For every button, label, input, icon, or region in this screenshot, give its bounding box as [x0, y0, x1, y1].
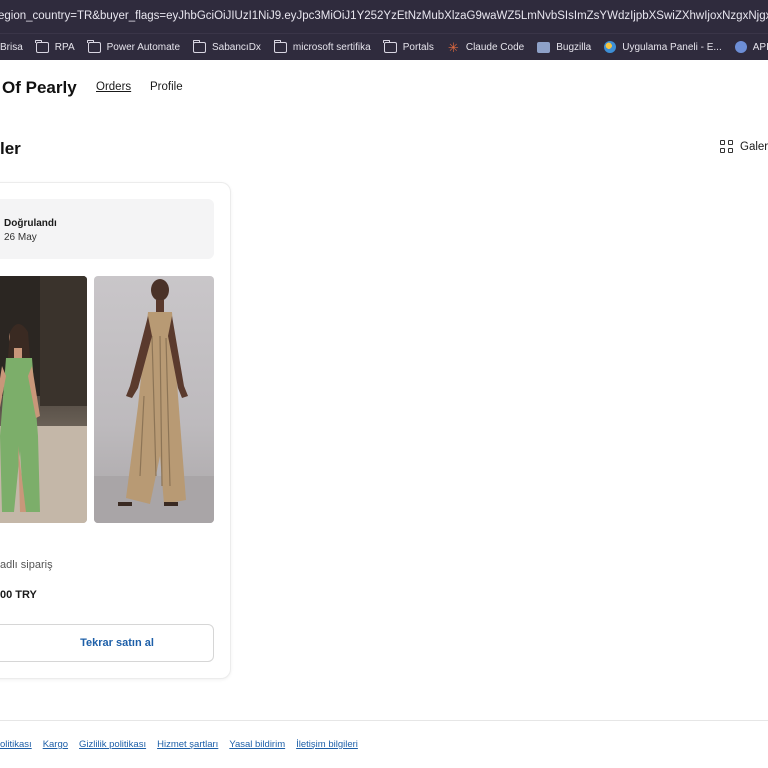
url-text: egion_country=TR&buyer_flags=eyJhbGciOiJ… — [0, 10, 768, 22]
bookmark-portals[interactable]: Portals — [383, 39, 434, 53]
folder-icon — [87, 39, 101, 53]
bookmark-microsoft-sertifika[interactable]: microsoft sertifika — [273, 39, 371, 53]
bookmark-sabancidx[interactable]: SabancıDx — [192, 39, 261, 53]
bookmark-claude-code[interactable]: ✳ Claude Code — [447, 39, 524, 55]
footer-link-shipping[interactable]: Kargo — [43, 739, 68, 750]
footer-link-legal[interactable]: Yasal bildirim — [229, 739, 285, 750]
claude-icon: ✳ — [447, 39, 459, 55]
address-bar[interactable]: egion_country=TR&buyer_flags=eyJhbGciOiJ… — [0, 0, 768, 33]
nav-orders-link[interactable]: Orders — [96, 81, 131, 93]
order-type-text: adlı sipariş — [0, 559, 53, 571]
footer-link-contact[interactable]: İletişim bilgileri — [296, 739, 358, 750]
footer-link-policy[interactable]: olitikası — [0, 739, 32, 750]
footer-divider — [0, 720, 768, 721]
nav-profile-link[interactable]: Profile — [150, 81, 183, 93]
bookmark-bugzilla[interactable]: Bugzilla — [537, 41, 591, 53]
folder-icon — [192, 39, 206, 53]
bookmark-rpa[interactable]: RPA — [35, 39, 75, 53]
page-title: ler — [0, 139, 21, 158]
product-image-gold-dress[interactable] — [94, 276, 214, 523]
order-total: 00 TRY — [0, 589, 37, 601]
buy-again-button[interactable]: Tekrar satın al — [0, 624, 214, 662]
bookmark-uygulama-paneli[interactable]: Uygulama Paneli - E... — [604, 41, 722, 53]
order-status: Doğrulandı — [4, 218, 57, 229]
gold-dress-illustration — [94, 279, 214, 523]
bookmark-brisa[interactable]: Brisa — [0, 42, 23, 53]
order-status-box — [0, 199, 214, 259]
gallery-toggle-label: Galeri — [740, 140, 768, 153]
bookmarks-bar: Brisa RPA Power Automate SabancıDx micro… — [0, 33, 768, 60]
apic-icon — [734, 41, 747, 53]
folder-icon — [273, 39, 287, 53]
bookmark-power-automate[interactable]: Power Automate — [87, 39, 180, 53]
grid-icon — [720, 140, 733, 153]
order-date: 26 May — [4, 232, 37, 243]
folder-icon — [383, 39, 397, 53]
store-logo-text[interactable]: Of Pearly — [2, 78, 77, 98]
footer-link-terms[interactable]: Hizmet şartları — [157, 739, 218, 750]
globe-icon — [604, 41, 617, 53]
footer-links: olitikası Kargo Gizlilik politikası Hizm… — [0, 739, 369, 750]
product-image-green-dress[interactable] — [0, 276, 87, 523]
bookmark-apic-developer[interactable]: APIC Developer — [734, 41, 768, 53]
green-dress-illustration — [0, 276, 87, 523]
bugzilla-icon — [537, 41, 551, 53]
gallery-view-toggle[interactable]: Galeri — [720, 140, 768, 153]
footer-link-privacy[interactable]: Gizlilik politikası — [79, 739, 146, 750]
folder-icon — [35, 39, 49, 53]
